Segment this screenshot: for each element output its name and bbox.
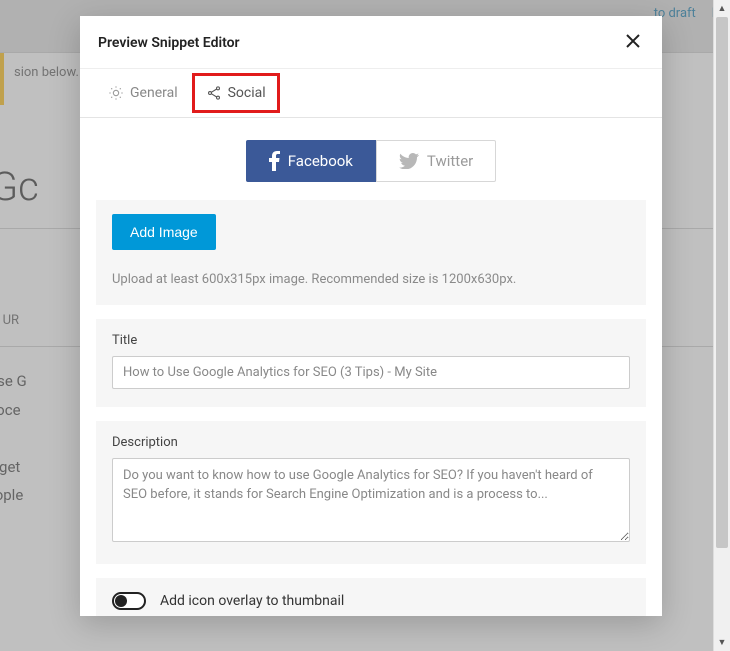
tab-general[interactable]: General — [94, 69, 192, 117]
scroll-down-arrow[interactable]: ▼ — [714, 634, 730, 651]
modal-title: Preview Snippet Editor — [98, 35, 240, 51]
title-label: Title — [112, 333, 630, 348]
overlay-toggle-label: Add icon overlay to thumbnail — [160, 593, 344, 609]
scroll-track[interactable] — [714, 17, 730, 634]
tab-social-label: Social — [228, 85, 266, 101]
vertical-scrollbar[interactable]: ▲ ▼ — [713, 0, 730, 651]
tabs: General Social — [80, 68, 662, 118]
facebook-icon — [269, 151, 280, 171]
scroll-up-arrow[interactable]: ▲ — [714, 0, 730, 17]
tab-social[interactable]: Social — [192, 73, 280, 113]
share-icon — [206, 85, 222, 101]
image-hint: Upload at least 600x315px image. Recomme… — [112, 272, 630, 287]
platform-facebook-button[interactable]: Facebook — [246, 140, 376, 182]
platform-toggle: Facebook Twitter — [96, 140, 646, 182]
close-icon — [624, 32, 642, 50]
platform-twitter-label: Twitter — [427, 152, 473, 170]
twitter-icon — [399, 153, 419, 169]
tab-general-label: General — [130, 85, 178, 101]
image-panel: Add Image Upload at least 600x315px imag… — [96, 200, 646, 305]
title-input[interactable] — [112, 356, 630, 389]
add-image-button[interactable]: Add Image — [112, 214, 216, 250]
overlay-toggle[interactable] — [112, 592, 146, 610]
overlay-panel: Add icon overlay to thumbnail — [96, 578, 646, 616]
modal-content: Facebook Twitter Add Image Upload at lea… — [80, 118, 662, 616]
platform-twitter-button[interactable]: Twitter — [376, 140, 496, 182]
scroll-thumb[interactable] — [716, 17, 728, 548]
title-panel: Title — [96, 319, 646, 407]
description-textarea[interactable] — [112, 458, 630, 542]
gear-icon — [108, 85, 124, 101]
modal-header: Preview Snippet Editor — [80, 16, 662, 68]
preview-snippet-modal: Preview Snippet Editor General Social Fa… — [80, 16, 662, 616]
description-panel: Description — [96, 421, 646, 564]
description-label: Description — [112, 435, 630, 450]
close-button[interactable] — [622, 30, 644, 56]
platform-facebook-label: Facebook — [288, 152, 353, 170]
